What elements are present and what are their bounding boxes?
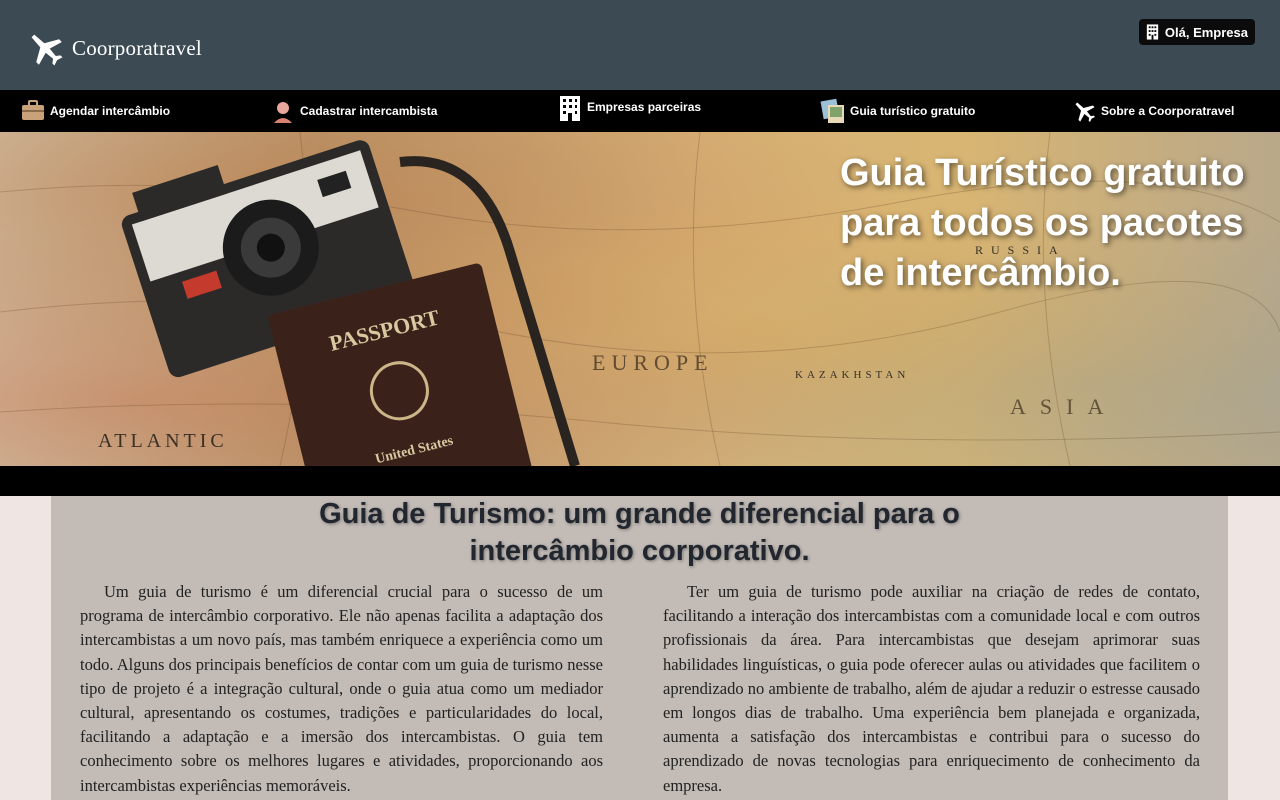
article-paragraph-1: Um guia de turismo é um diferencial cruc…: [80, 582, 603, 795]
airplane-icon: [1071, 98, 1097, 124]
article-paragraph-2: Ter um guia de turismo pode auxiliar na …: [663, 582, 1200, 795]
hero-banner: PASSPORT United States ATLANTIC EUROPE K…: [0, 132, 1280, 466]
nav-label: Agendar intercâmbio: [50, 104, 171, 118]
brand-logo[interactable]: Coorporatravel: [26, 29, 202, 67]
svg-text:ASIA: ASIA: [1010, 394, 1117, 419]
nav-label: Empresas parceiras: [587, 100, 702, 114]
briefcase-icon: [20, 98, 46, 124]
brand-name: Coorporatravel: [72, 35, 202, 60]
photos-icon: [820, 98, 846, 124]
heading-line-1: Guia de Turismo: um grande diferencial p…: [319, 498, 960, 530]
building-icon: [557, 94, 583, 121]
person-icon: [270, 98, 296, 124]
heading-line-2: intercâmbio corporativo.: [469, 535, 810, 567]
nav-item-agendar[interactable]: Agendar intercâmbio: [20, 90, 170, 132]
nav-item-cadastrar[interactable]: Cadastrar intercambista: [270, 90, 437, 132]
nav-item-empresas[interactable]: Empresas parceiras: [557, 86, 701, 128]
nav-label: Sobre a Coorporatravel: [1101, 104, 1235, 118]
airplane-logo-icon: [31, 34, 63, 66]
main-nav: Agendar intercâmbio Cadastrar intercambi…: [0, 90, 1280, 132]
nav-label: Cadastrar intercambista: [300, 104, 438, 118]
nav-item-sobre[interactable]: Sobre a Coorporatravel: [1071, 90, 1234, 132]
svg-text:EUROPE: EUROPE: [592, 350, 714, 375]
article-heading: Guia de Turismo: um grande diferencial p…: [51, 496, 1228, 570]
nav-item-guia[interactable]: Guia turístico gratuito: [820, 90, 975, 132]
greeting-text: Olá, Empresa: [1164, 24, 1248, 40]
nav-label: Guia turístico gratuito: [850, 104, 976, 118]
svg-text:KAZAKHSTAN: KAZAKHSTAN: [795, 369, 909, 381]
svg-text:ATLANTIC: ATLANTIC: [98, 430, 228, 452]
hero-title: Guia Turístico gratuito para todos os pa…: [840, 152, 1245, 294]
divider-band: [0, 466, 1280, 496]
article-section: Guia de Turismo: um grande diferencial p…: [51, 496, 1228, 800]
top-header: Coorporatravel Olá, Empresa: [0, 0, 1280, 90]
user-greeting-button[interactable]: Olá, Empresa: [1138, 19, 1255, 45]
building-icon: [1146, 24, 1159, 40]
